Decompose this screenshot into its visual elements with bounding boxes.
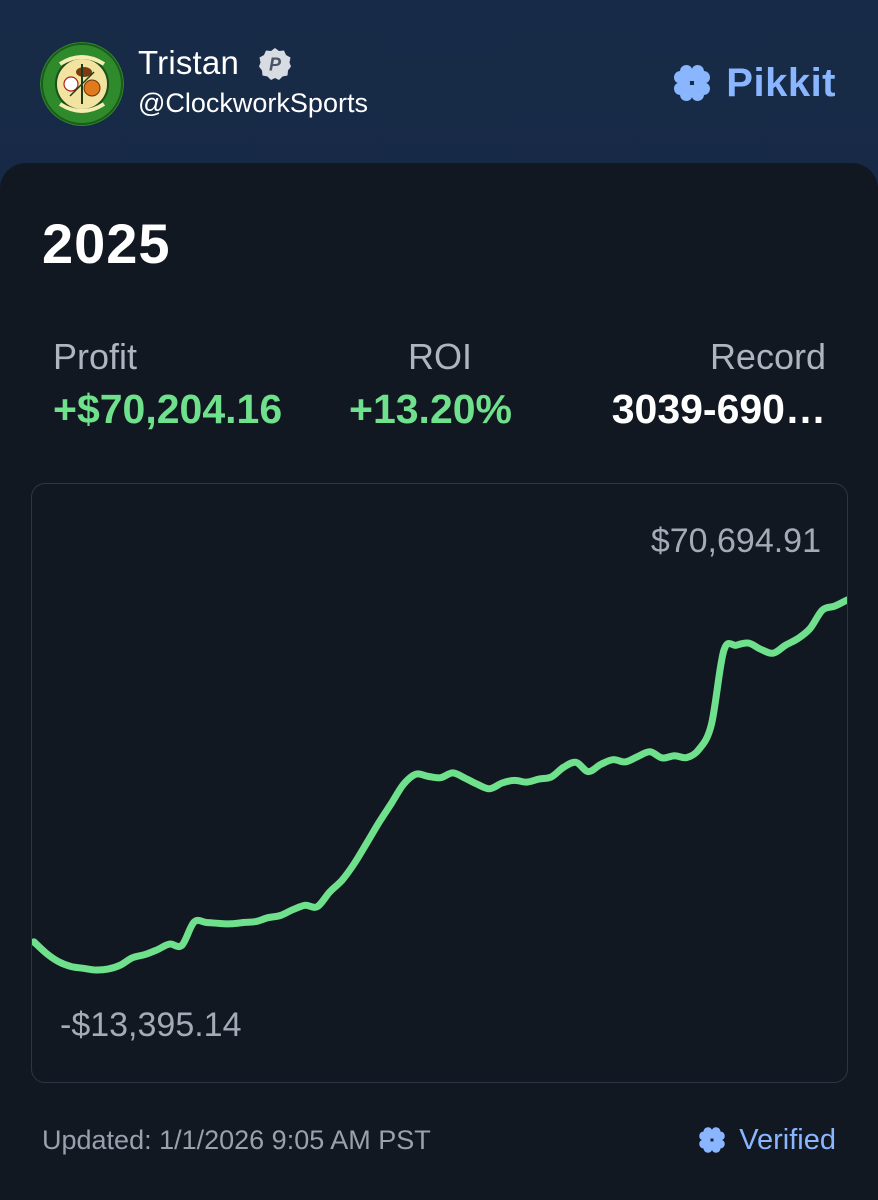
record-value: 3039-690… — [611, 386, 826, 432]
profit-chart[interactable]: $70,694.91 -$13,395.14 — [31, 483, 848, 1083]
stats-card: 2025 Profit +$70,204.16 ROI +13.20% Reco… — [0, 163, 878, 1200]
profit-value: +$70,204.16 — [53, 386, 283, 432]
user-handle[interactable]: @ClockworkSports — [138, 88, 368, 119]
roi-value: +13.20% — [349, 386, 512, 432]
period-title: 2025 — [42, 212, 171, 275]
verified-badge-letter: P — [269, 55, 282, 75]
verified-indicator[interactable]: Verified — [695, 1123, 836, 1157]
verified-badge-icon: P — [259, 48, 291, 80]
profile-header: Tristan P @ClockworkSports Pikkit — [0, 0, 878, 165]
share-card-page: Tristan P @ClockworkSports Pikkit 2025 P… — [0, 0, 878, 1200]
profit-line — [32, 596, 847, 974]
clover-verified-icon — [699, 1127, 726, 1153]
brand-logo[interactable]: Pikkit — [668, 58, 836, 108]
clockwork-sports-logo-icon — [40, 42, 124, 126]
chart-max-label: $70,694.91 — [650, 522, 821, 560]
chart-min-label: -$13,395.14 — [60, 1006, 242, 1044]
roi-label: ROI — [408, 336, 473, 377]
clover-icon — [674, 65, 711, 101]
verified-label: Verified — [739, 1123, 836, 1156]
profit-chart-plot — [32, 596, 847, 974]
record-label: Record — [709, 336, 826, 377]
user-name: Tristan — [138, 44, 240, 81]
profit-label: Profit — [53, 336, 138, 377]
updated-timestamp: Updated: 1/1/2026 9:05 AM PST — [42, 1125, 431, 1155]
brand-name: Pikkit — [726, 60, 836, 105]
avatar[interactable] — [40, 42, 124, 126]
